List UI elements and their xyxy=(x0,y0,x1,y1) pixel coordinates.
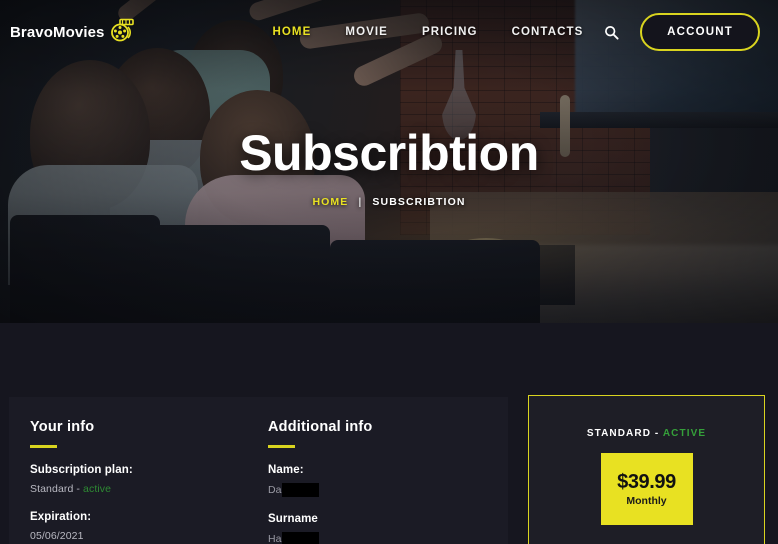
nav-link-home[interactable]: HOME xyxy=(272,26,311,38)
price-amount: $39.99 xyxy=(617,471,676,493)
subscription-plan-value: Standard - active xyxy=(30,483,268,495)
breadcrumb: HOME | SUBSCRIBTION xyxy=(0,196,778,208)
brand-logo[interactable]: BravoMovies xyxy=(10,18,135,47)
page-title: Subscribtion xyxy=(239,125,539,181)
brand-name: BravoMovies xyxy=(10,23,105,41)
nav-link-contacts[interactable]: CONTACTS xyxy=(512,26,584,38)
name-value: Da xyxy=(268,484,282,496)
your-info-column: Your info Subscription plan: Standard - … xyxy=(30,419,268,544)
pricing-plan-heading: STANDARD - ACTIVE xyxy=(529,428,764,439)
search-icon[interactable] xyxy=(602,23,620,41)
pricing-plan-status: ACTIVE xyxy=(662,428,707,439)
breadcrumb-home-link[interactable]: HOME xyxy=(312,196,348,208)
additional-info-underline xyxy=(268,445,295,448)
price-badge: $39.99 Monthly xyxy=(600,453,693,525)
nav-actions: ACCOUNT xyxy=(602,13,760,51)
content-area: Your info Subscription plan: Standard - … xyxy=(0,323,778,544)
pricing-card[interactable]: STANDARD - ACTIVE $39.99 Monthly xyxy=(528,395,765,544)
additional-info-column: Additional info Name: Da Surname Ha xyxy=(268,419,506,544)
info-card: Your info Subscription plan: Standard - … xyxy=(9,397,508,544)
plan-name-text: Standard - xyxy=(30,483,84,495)
main-navbar: BravoMovies HOME MOVIE PRICING CONTACTS … xyxy=(0,0,778,64)
price-period: Monthly xyxy=(626,495,667,507)
surname-redaction-bar xyxy=(282,532,320,544)
nav-links: HOME MOVIE PRICING CONTACTS xyxy=(272,26,583,38)
pricing-plan-name: STANDARD - xyxy=(586,428,663,439)
surname-label: Surname xyxy=(268,513,318,525)
breadcrumb-separator: | xyxy=(358,196,363,208)
nav-link-movie[interactable]: MOVIE xyxy=(345,26,388,38)
plan-status-badge: active xyxy=(83,483,112,495)
subscription-plan-label: Subscription plan: xyxy=(30,464,133,476)
account-button[interactable]: ACCOUNT xyxy=(640,13,760,51)
surname-value-row: Ha xyxy=(268,532,506,544)
breadcrumb-current: SUBSCRIBTION xyxy=(372,196,466,208)
name-redaction-bar xyxy=(282,483,320,497)
expiration-value: 05/06/2021 xyxy=(30,530,84,542)
hero-text-block: Subscribtion HOME | SUBSCRIBTION xyxy=(0,128,778,208)
your-info-heading: Your info xyxy=(30,419,95,435)
film-reel-icon xyxy=(109,18,135,47)
subscription-page: BravoMovies HOME MOVIE PRICING CONTACTS … xyxy=(0,0,778,544)
expiration-label: Expiration: xyxy=(30,511,92,523)
your-info-underline xyxy=(30,445,57,448)
additional-info-heading: Additional info xyxy=(268,419,373,435)
name-label: Name: xyxy=(268,464,304,476)
nav-link-pricing[interactable]: PRICING xyxy=(422,26,478,38)
surname-value: Ha xyxy=(268,533,282,544)
name-value-row: Da xyxy=(268,483,506,497)
